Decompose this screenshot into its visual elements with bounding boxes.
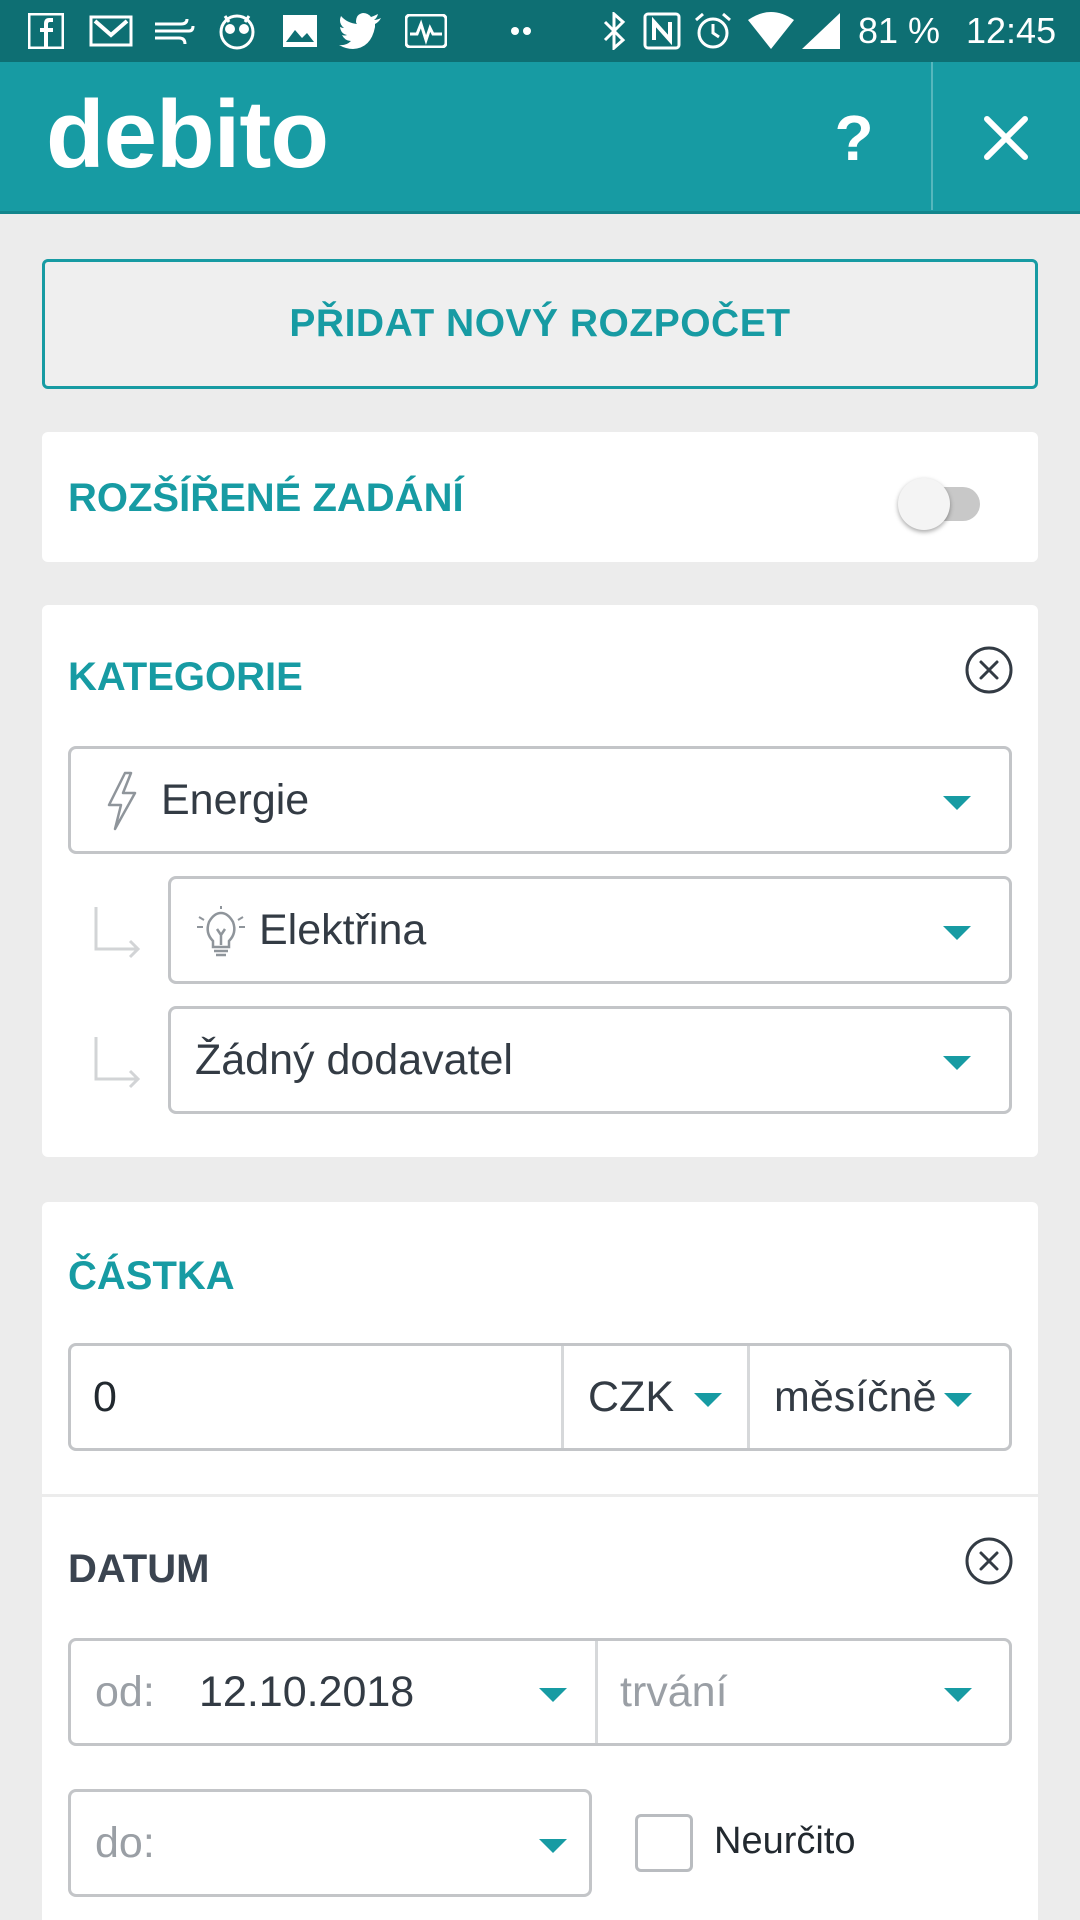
amount-title: ČÁSTKA (68, 1254, 235, 1298)
clear-date-icon[interactable] (964, 1536, 1014, 1586)
category-title: KATEGORIE (68, 655, 303, 699)
gmail-icon (88, 12, 134, 50)
facebook-icon (26, 12, 66, 50)
subcategory-value: Elektřina (259, 906, 427, 954)
date-from-label: od: (95, 1668, 155, 1716)
app-bar: debito ? (0, 62, 1080, 214)
chevron-down-icon (943, 926, 971, 940)
clear-category-icon[interactable] (964, 645, 1014, 695)
amount-date-card: ČÁSTKA 0 CZK měsíčně DATUM od: 12.10.201… (42, 1202, 1038, 1920)
chevron-down-icon (539, 1688, 567, 1702)
duration-select[interactable]: trvání (598, 1641, 1009, 1743)
chevron-down-icon (944, 1688, 972, 1702)
image-icon (280, 12, 320, 50)
category-value: Energie (161, 776, 310, 824)
wifi-icon (746, 12, 796, 50)
nfc-icon (642, 12, 682, 50)
add-budget-button[interactable]: PŘIDAT NOVÝ ROZPOČET (42, 259, 1038, 389)
help-button[interactable]: ? (804, 90, 904, 186)
currency-select[interactable]: CZK (564, 1346, 747, 1448)
indefinite-checkbox[interactable] (635, 1814, 693, 1872)
chevron-down-icon (944, 1393, 972, 1407)
date-from-value: 12.10.2018 (199, 1668, 415, 1716)
lightbulb-icon (197, 906, 245, 957)
chevron-down-icon (943, 796, 971, 810)
chevron-down-icon (694, 1393, 722, 1407)
amount-field-group: 0 CZK měsíčně (68, 1343, 1012, 1451)
app-bar-divider (931, 62, 933, 210)
bluetooth-icon (598, 12, 632, 50)
date-to-select[interactable]: do: (68, 1789, 592, 1897)
close-icon (984, 116, 1028, 160)
date-from-select[interactable]: od: 12.10.2018 (71, 1641, 595, 1743)
subcategory-select[interactable]: Elektřina (168, 876, 1012, 984)
date-range-group: od: 12.10.2018 trvání (68, 1638, 1012, 1746)
period-value: měsíčně (774, 1373, 937, 1421)
supplier-connector-icon (94, 1037, 141, 1089)
advanced-input-card: ROZŠÍŘENÉ ZADÁNÍ (42, 432, 1038, 562)
alarm-icon (692, 12, 734, 50)
toggle-thumb (898, 478, 950, 530)
supplier-select[interactable]: Žádný dodavatel (168, 1006, 1012, 1114)
advanced-input-toggle[interactable] (898, 470, 984, 530)
category-card: KATEGORIE Energie Elektřina Žádný dodava… (42, 605, 1038, 1157)
currency-value: CZK (588, 1373, 674, 1421)
category-select[interactable]: Energie (68, 746, 1012, 854)
twitter-icon (338, 12, 384, 50)
period-select[interactable]: měsíčně (750, 1346, 1009, 1448)
amount-input[interactable]: 0 (93, 1346, 117, 1448)
supplier-value: Žádný dodavatel (195, 1036, 513, 1084)
owl-icon (216, 12, 258, 50)
section-divider (42, 1494, 1038, 1497)
status-bar: 81 % 12:45 (0, 0, 1080, 62)
more-dots-icon (508, 12, 534, 50)
advanced-input-title: ROZŠÍŘENÉ ZADÁNÍ (68, 476, 464, 520)
app-logo: debito (46, 81, 329, 188)
indefinite-label: Neurčito (714, 1820, 856, 1862)
battery-level: 81 % (858, 10, 941, 51)
date-to-placeholder: do: (95, 1819, 155, 1867)
date-title: DATUM (68, 1547, 210, 1591)
wind-icon (152, 12, 196, 50)
pulse-icon (404, 12, 448, 50)
clock: 12:45 (966, 10, 1057, 51)
duration-placeholder: trvání (620, 1668, 728, 1716)
chevron-down-icon (539, 1839, 567, 1853)
close-button[interactable] (966, 98, 1046, 178)
lightning-icon (107, 771, 137, 831)
chevron-down-icon (943, 1056, 971, 1070)
signal-icon (800, 12, 842, 50)
subcategory-connector-icon (94, 907, 141, 959)
